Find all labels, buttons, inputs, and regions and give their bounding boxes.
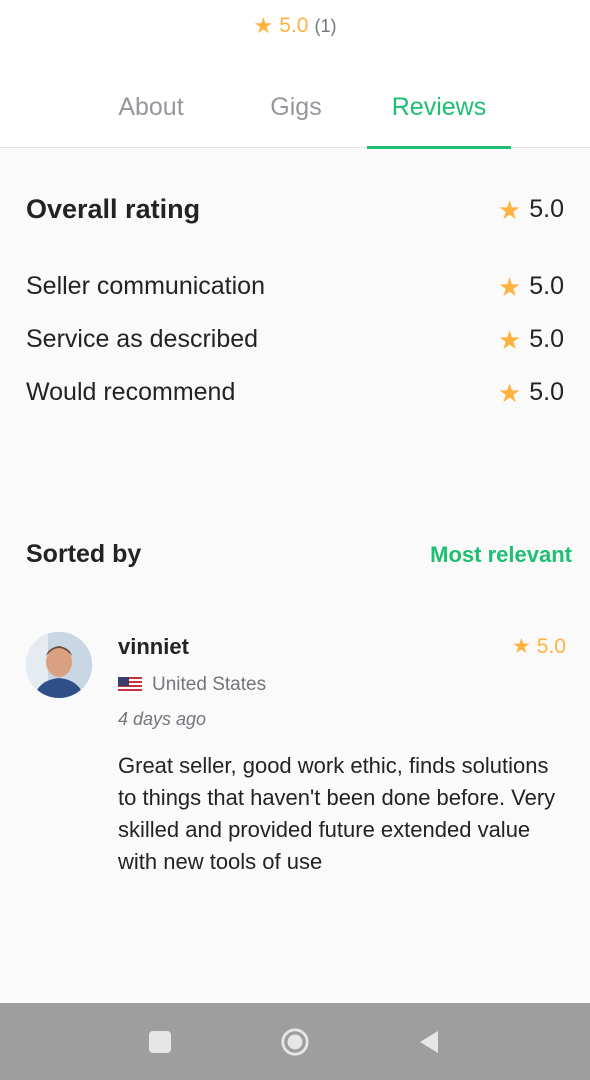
header-rating: ★ 5.0 (1) (0, 14, 590, 38)
rating-label: Would recommend (26, 378, 236, 406)
system-nav-bar (0, 1003, 590, 1080)
star-icon: ★ (497, 194, 522, 225)
square-recents-icon[interactable] (145, 1027, 175, 1057)
review-rating: ★ 5.0 (512, 634, 566, 659)
rating-value: ★ 5.0 (498, 325, 564, 354)
overall-rating-value: ★ 5.0 (498, 195, 564, 224)
overall-rating-label: Overall rating (26, 194, 201, 224)
star-icon: ★ (497, 377, 522, 408)
tab-bar: About Gigs Reviews (0, 88, 590, 149)
sort-row: Sorted by Most relevant (26, 540, 572, 569)
profile-header: ★ 5.0 (1) About Gigs Reviews (0, 0, 590, 149)
tab-about-label: About (118, 93, 184, 121)
review-time: 4 days ago (118, 709, 207, 729)
rating-value: ★ 5.0 (498, 378, 564, 407)
sort-label: Sorted by (26, 540, 142, 568)
overall-rating-row: Overall rating ★ 5.0 (26, 194, 564, 225)
rating-value: ★ 5.0 (498, 272, 564, 301)
star-icon: ★ (497, 324, 522, 355)
country-name: United States (152, 674, 267, 695)
rating-score: 5.0 (529, 325, 564, 353)
star-icon: ★ (253, 13, 274, 38)
triangle-back-icon[interactable] (414, 1027, 444, 1057)
avatar[interactable] (26, 632, 92, 698)
active-tab-indicator (367, 146, 511, 149)
star-icon: ★ (497, 271, 522, 302)
tab-reviews[interactable]: Reviews (367, 88, 511, 149)
rating-row-service: Service as described ★ 5.0 (26, 325, 564, 354)
tab-gigs[interactable]: Gigs (250, 88, 342, 148)
reviewer-country: United States (118, 674, 266, 696)
star-icon: ★ (511, 635, 531, 658)
us-flag-icon (118, 677, 142, 693)
overall-rating-score: 5.0 (529, 195, 564, 223)
review-text: Great seller, good work ethic, finds sol… (118, 753, 556, 874)
rating-score: 5.0 (529, 272, 564, 300)
rating-row-communication: Seller communication ★ 5.0 (26, 272, 564, 301)
rating-label: Service as described (26, 325, 259, 353)
rating-row-recommend: Would recommend ★ 5.0 (26, 378, 564, 407)
header-rating-count: (1) (314, 15, 337, 36)
tab-gigs-label: Gigs (270, 93, 322, 121)
tab-reviews-label: Reviews (391, 93, 487, 121)
review-rating-score: 5.0 (536, 634, 566, 658)
reviewer-name[interactable]: vinniet (118, 634, 189, 660)
tab-about[interactable]: About (96, 88, 206, 148)
circle-home-icon[interactable] (280, 1027, 310, 1057)
rating-score: 5.0 (529, 378, 564, 406)
header-rating-score: 5.0 (279, 14, 309, 37)
rating-label: Seller communication (26, 272, 265, 300)
sort-dropdown[interactable]: Most relevant (430, 542, 572, 568)
